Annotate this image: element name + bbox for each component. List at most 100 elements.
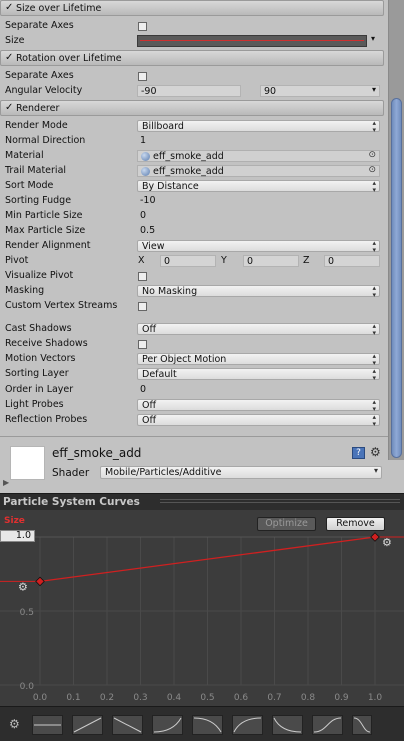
angular-velocity-row: Angular Velocity -90 90 ▾ xyxy=(0,84,384,99)
field-label: Render Alignment xyxy=(5,240,91,251)
scrollbar-thumb[interactable] xyxy=(391,98,402,458)
pivot-z-field[interactable]: 0 xyxy=(324,255,380,267)
module-enabled-check[interactable]: ✓ xyxy=(5,2,13,13)
resize-grip[interactable] xyxy=(160,499,400,505)
curve-key-point[interactable] xyxy=(370,532,380,542)
light-probes-row: Light Probes Off ▴ ▾ xyxy=(0,398,384,413)
pivot-x-label: X xyxy=(138,255,145,266)
key-gear-icon[interactable]: ⚙ xyxy=(18,580,28,593)
preset-ease-in[interactable] xyxy=(152,715,183,735)
size-separate-axes-checkbox[interactable] xyxy=(138,22,147,31)
field-label: Sorting Fudge xyxy=(5,195,72,206)
cast-shadows-dropdown[interactable]: Off ▴ ▾ xyxy=(137,323,380,337)
module-enabled-check[interactable]: ✓ xyxy=(5,52,13,63)
masking-dropdown[interactable]: No Masking ▴ ▾ xyxy=(137,285,380,299)
field-label: Sorting Layer xyxy=(5,368,69,379)
motion-vectors-row: Motion Vectors Per Object Motion ▴ ▾ xyxy=(0,352,384,367)
angular-velocity-min-field[interactable]: -90 xyxy=(137,85,241,97)
sorting-layer-dropdown[interactable]: Default ▴ ▾ xyxy=(137,368,380,382)
custom-vertex-streams-row: Custom Vertex Streams xyxy=(0,299,384,314)
curve-key-point[interactable] xyxy=(35,576,45,587)
y-tick-label: 0.0 xyxy=(20,682,35,692)
curve-presets-bar: ⚙ xyxy=(0,706,404,741)
sorting-fudge-row: Sorting Fudge -10 xyxy=(0,194,384,209)
field-label: Min Particle Size xyxy=(5,210,83,221)
object-picker-icon[interactable]: ⊙ xyxy=(368,165,376,175)
pivot-y-field[interactable]: 0 xyxy=(243,255,299,267)
field-label: Reflection Probes xyxy=(5,414,88,425)
min-particle-size-row: Min Particle Size 0 xyxy=(0,209,384,224)
field-label: Max Particle Size xyxy=(5,225,86,236)
field-label: Separate Axes xyxy=(5,70,74,81)
sort-mode-row: Sort Mode By Distance ▴ ▾ xyxy=(0,179,384,194)
light-probes-dropdown[interactable]: Off ▴ ▾ xyxy=(137,399,380,413)
rotation-over-lifetime-header[interactable]: ✓ Rotation over Lifetime xyxy=(0,50,384,66)
module-enabled-check[interactable]: ✓ xyxy=(5,102,13,113)
min-particle-size-field[interactable]: 0 xyxy=(137,210,380,222)
remove-button[interactable]: Remove xyxy=(326,517,385,531)
rotation-separate-axes-checkbox[interactable] xyxy=(138,72,147,81)
inspector-scrollbar[interactable] xyxy=(388,0,404,460)
x-tick-label: 0.4 xyxy=(167,693,182,703)
render-mode-dropdown[interactable]: Billboard ▴ ▾ xyxy=(137,120,380,134)
preset-linear[interactable] xyxy=(72,715,103,735)
render-alignment-dropdown[interactable]: View ▴ ▾ xyxy=(137,240,380,254)
field-label: Render Mode xyxy=(5,120,68,131)
curves-panel-header: Particle System Curves xyxy=(0,493,404,510)
material-object-field[interactable]: eff_smoke_add ⊙ xyxy=(137,150,380,162)
field-label: Light Probes xyxy=(5,399,64,410)
field-label: Separate Axes xyxy=(5,20,74,31)
size-over-lifetime-header[interactable]: ✓ Size over Lifetime xyxy=(0,0,384,16)
normal-direction-field[interactable]: 1 xyxy=(137,135,380,147)
field-label: Custom Vertex Streams xyxy=(5,300,118,311)
pivot-x-field[interactable]: 0 xyxy=(160,255,216,267)
x-tick-label: 0.8 xyxy=(301,693,316,703)
shader-label: Shader xyxy=(52,467,90,479)
field-label: Receive Shadows xyxy=(5,338,88,349)
motion-vectors-dropdown[interactable]: Per Object Motion ▴ ▾ xyxy=(137,353,380,367)
preset-constant[interactable] xyxy=(32,715,63,735)
preset-linear-down[interactable] xyxy=(112,715,143,735)
preset-ease-out-down[interactable] xyxy=(192,715,223,735)
visualize-pivot-checkbox[interactable] xyxy=(138,272,147,281)
preset-ease-in-down[interactable] xyxy=(272,715,303,735)
field-label: Material xyxy=(5,150,44,161)
sort-mode-dropdown[interactable]: By Distance ▴ ▾ xyxy=(137,180,380,194)
help-icon[interactable]: ? xyxy=(352,447,365,459)
field-label: Size xyxy=(5,35,25,46)
size-curve-field[interactable] xyxy=(137,35,367,47)
x-tick-label: 0.5 xyxy=(200,693,214,703)
gear-icon[interactable]: ⚙ xyxy=(370,445,381,459)
preset-ease-in-out[interactable] xyxy=(312,715,343,735)
x-tick-label: 0.3 xyxy=(133,693,147,703)
module-title: Rotation over Lifetime xyxy=(16,53,122,64)
field-label: Order in Layer xyxy=(5,384,74,395)
field-label: Angular Velocity xyxy=(5,85,83,96)
key-gear-icon[interactable]: ⚙ xyxy=(382,536,392,549)
renderer-header[interactable]: ✓ Renderer xyxy=(0,100,384,116)
gear-icon[interactable]: ⚙ xyxy=(9,717,20,731)
receive-shadows-checkbox[interactable] xyxy=(138,340,147,349)
material-panel: eff_smoke_add ? ⚙ Shader Mobile/Particle… xyxy=(0,436,388,488)
module-title: Size over Lifetime xyxy=(16,3,102,14)
max-particle-size-field[interactable]: 0.5 xyxy=(137,225,380,237)
trail-material-object-field[interactable]: eff_smoke_add ⊙ xyxy=(137,165,380,177)
order-in-layer-field[interactable]: 0 xyxy=(137,384,380,396)
angular-velocity-max-field[interactable]: 90 ▾ xyxy=(260,85,380,97)
curve-max-value-field[interactable]: 1.0 xyxy=(0,530,35,542)
sorting-layer-row: Sorting Layer Default ▴ ▾ xyxy=(0,367,384,382)
curve-label: Size xyxy=(4,516,25,526)
size-curve-dropdown-arrow[interactable]: ▾ xyxy=(369,34,381,47)
object-picker-icon[interactable]: ⊙ xyxy=(368,150,376,160)
x-tick-label: 0.0 xyxy=(33,693,48,703)
preset-ease-out[interactable] xyxy=(232,715,263,735)
optimize-button[interactable]: Optimize xyxy=(257,517,316,531)
pivot-row: Pivot X 0 Y 0 Z 0 xyxy=(0,254,384,269)
curve-editor-chart[interactable]: 0.0 0.1 0.2 0.3 0.4 0.5 0.6 0.7 0.8 0.9 1.00.50.0 … xyxy=(0,510,404,706)
sorting-fudge-field[interactable]: -10 xyxy=(137,195,380,207)
preset-ease-in-out-down[interactable] xyxy=(352,715,372,735)
custom-vertex-streams-checkbox[interactable] xyxy=(138,302,147,311)
shader-dropdown[interactable]: Mobile/Particles/Additive ▾ xyxy=(100,466,382,479)
reflection-probes-dropdown[interactable]: Off ▴ ▾ xyxy=(137,414,380,428)
expand-arrow-icon[interactable]: ▶ xyxy=(3,478,9,487)
